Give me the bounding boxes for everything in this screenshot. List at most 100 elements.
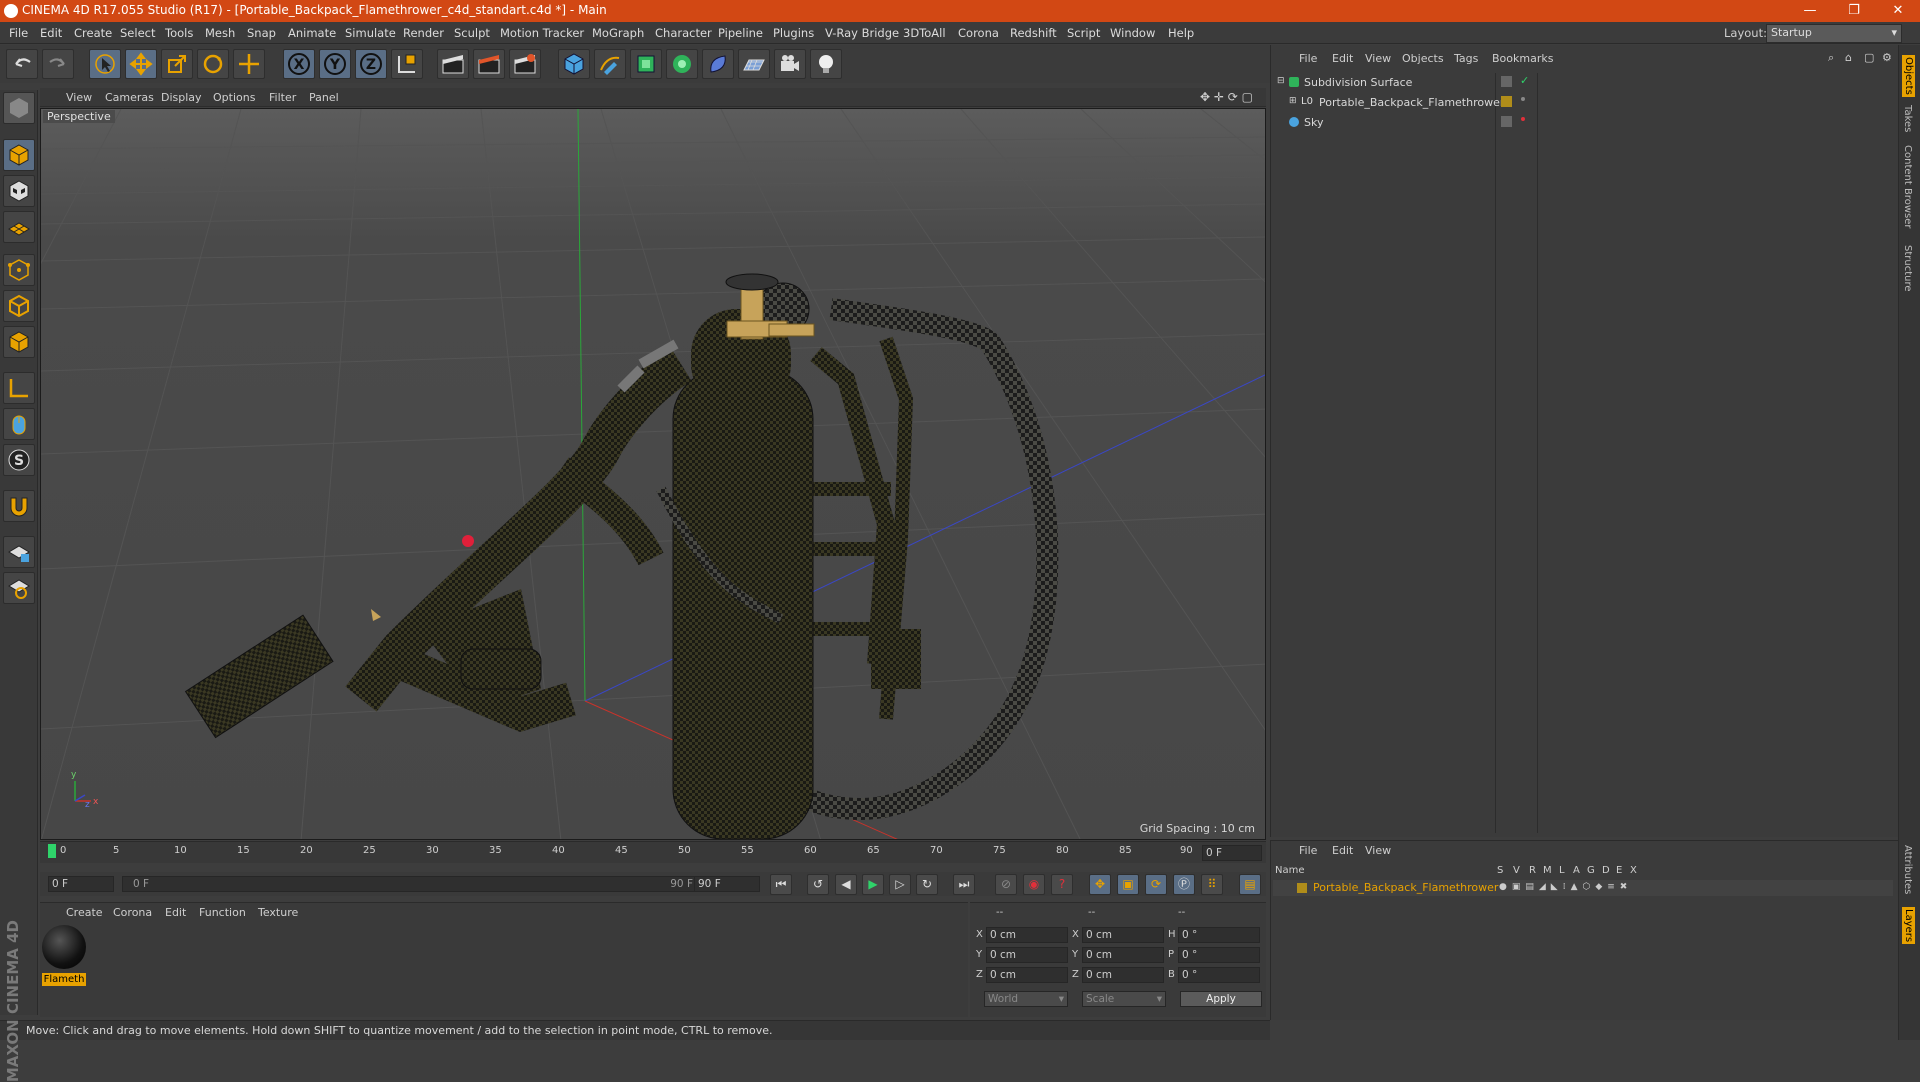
tweak-mode-button[interactable] [3,408,35,440]
position-z-field[interactable]: 0 cm [986,967,1068,983]
autokeying-button[interactable]: ◉ [1023,874,1045,895]
cube-object-button[interactable] [558,49,590,79]
position-x-field[interactable]: 0 cm [986,927,1068,943]
objects-menu-edit[interactable]: Edit [1332,52,1353,65]
tab-content-browser[interactable]: Content Browser [1902,145,1913,228]
scale-tool-button[interactable] [161,49,193,79]
layer-col-render[interactable]: R [1529,865,1536,876]
object-row-sky[interactable]: Sky [1273,114,1893,132]
timeline-ruler[interactable]: 0 5 10 15 20 25 30 35 40 45 50 55 60 65 … [40,841,1266,863]
redo-button[interactable] [42,49,74,79]
move-tool-button[interactable] [125,49,157,79]
layer-color-swatch[interactable] [1501,96,1512,107]
object-name[interactable]: Subdivision Surface [1304,76,1412,89]
new-view-icon[interactable]: ▢ [1864,51,1874,64]
object-name[interactable]: Sky [1304,116,1323,129]
layer-color-swatch[interactable] [1297,883,1307,893]
restore-button[interactable]: ❐ [1832,0,1876,22]
menu-3dtoall[interactable]: 3DToAll [903,26,946,40]
objects-menu-bookmarks[interactable]: Bookmarks [1492,52,1553,65]
object-name[interactable]: Portable_Backpack_Flamethrower [1319,96,1504,109]
layer-col-view[interactable]: V [1513,865,1520,876]
objects-menu-tags[interactable]: Tags [1454,52,1478,65]
position-y-field[interactable]: 0 cm [986,947,1068,963]
frame-range-slider[interactable]: 0 F 90 F [122,876,704,892]
objects-menu-view[interactable]: View [1365,52,1391,65]
menu-snap[interactable]: Snap [247,26,276,40]
material-menu-function[interactable]: Function [199,906,246,919]
workplane-mode-button[interactable] [3,211,35,243]
x-axis-lock-button[interactable]: X [283,49,315,79]
material-name-label[interactable]: Flameth [42,973,86,986]
record-parameter-button[interactable]: Ⓟ [1173,874,1195,895]
material-menu-edit[interactable]: Edit [165,906,186,919]
keyframe-selection-button[interactable]: ? [1051,874,1073,895]
points-mode-button[interactable] [3,254,35,286]
viewport-menu-options[interactable]: Options [213,91,255,104]
make-editable-button[interactable] [3,92,35,124]
tab-structure[interactable]: Structure [1902,245,1913,292]
record-rotation-button[interactable]: ⟳ [1145,874,1167,895]
menu-character[interactable]: Character [655,26,712,40]
render-settings-button[interactable] [509,49,541,79]
snap-mode-button[interactable]: S [3,444,35,476]
tab-takes[interactable]: Takes [1902,105,1913,132]
scheme-settings-button[interactable]: ▤ [1239,874,1261,895]
viewport-navigation-icons[interactable]: ✥ ✛ ⟳ ▢ [1200,90,1253,104]
menu-tools[interactable]: Tools [165,26,193,40]
minimize-button[interactable]: — [1788,0,1832,22]
tab-layers[interactable]: Layers [1902,907,1915,945]
visibility-dot-icon[interactable] [1521,117,1525,121]
transform-tool-button[interactable] [233,49,265,79]
size-z-field[interactable]: 0 cm [1082,967,1164,983]
polygons-mode-button[interactable] [3,326,35,358]
rotation-p-field[interactable]: 0 ° [1178,947,1260,963]
layer-col-expressions[interactable]: E [1616,865,1622,876]
close-button[interactable]: ✕ [1876,0,1920,22]
menu-edit[interactable]: Edit [40,26,62,40]
collapse-icon[interactable]: ⊟ [1277,76,1285,86]
layer-name-header[interactable]: Name [1275,865,1305,876]
menu-corona[interactable]: Corona [958,26,999,40]
menu-mograph[interactable]: MoGraph [592,26,644,40]
layer-col-solo[interactable]: S [1497,865,1503,876]
go-to-start-button[interactable]: ⏮ [770,874,792,895]
light-object-button[interactable] [810,49,842,79]
subdivision-surface-button[interactable] [630,49,662,79]
record-position-button[interactable]: ✥ [1089,874,1111,895]
layer-col-generators[interactable]: G [1587,865,1595,876]
record-point-level-button[interactable]: ⠿ [1201,874,1223,895]
coordinate-system-button[interactable] [391,49,423,79]
menu-window[interactable]: Window [1110,26,1155,40]
floor-object-button[interactable] [738,49,770,79]
end-frame-field[interactable]: 90 F [694,876,760,892]
menu-vray-bridge[interactable]: V-Ray Bridge [825,26,899,40]
perspective-viewport[interactable]: y x z Perspective Grid Spacing : 10 cm [40,108,1266,840]
menu-file[interactable]: File [9,26,28,40]
material-preview-sphere[interactable] [42,925,86,969]
size-x-field[interactable]: 0 cm [1082,927,1164,943]
record-scale-button[interactable]: ▣ [1117,874,1139,895]
objects-menu-file[interactable]: File [1299,52,1317,65]
axis-mode-button[interactable] [3,372,35,404]
live-selection-button[interactable] [89,49,121,79]
menu-render[interactable]: Render [403,26,444,40]
menu-sculpt[interactable]: Sculpt [454,26,490,40]
viewport-menu-view[interactable]: View [66,91,92,104]
layers-menu-edit[interactable]: Edit [1332,844,1353,857]
layer-col-locked[interactable]: L [1559,865,1565,876]
menu-mesh[interactable]: Mesh [205,26,235,40]
next-frame-button[interactable]: ▷ [889,874,911,895]
go-to-end-button[interactable]: ⏭ [953,874,975,895]
tab-objects[interactable]: Objects [1902,55,1915,97]
object-row-subdivision-surface[interactable]: ⊟ Subdivision Surface ✓ [1273,74,1893,92]
objects-menu-objects[interactable]: Objects [1402,52,1444,65]
render-to-picture-viewer-button[interactable] [473,49,505,79]
previous-frame-button[interactable]: ◀ [835,874,857,895]
start-frame-field[interactable]: 0 F [48,876,114,892]
menu-simulate[interactable]: Simulate [345,26,396,40]
menu-plugins[interactable]: Plugins [773,26,814,40]
locked-workplane-button[interactable] [3,536,35,568]
rotate-tool-button[interactable] [197,49,229,79]
viewport-menu-panel[interactable]: Panel [309,91,339,104]
